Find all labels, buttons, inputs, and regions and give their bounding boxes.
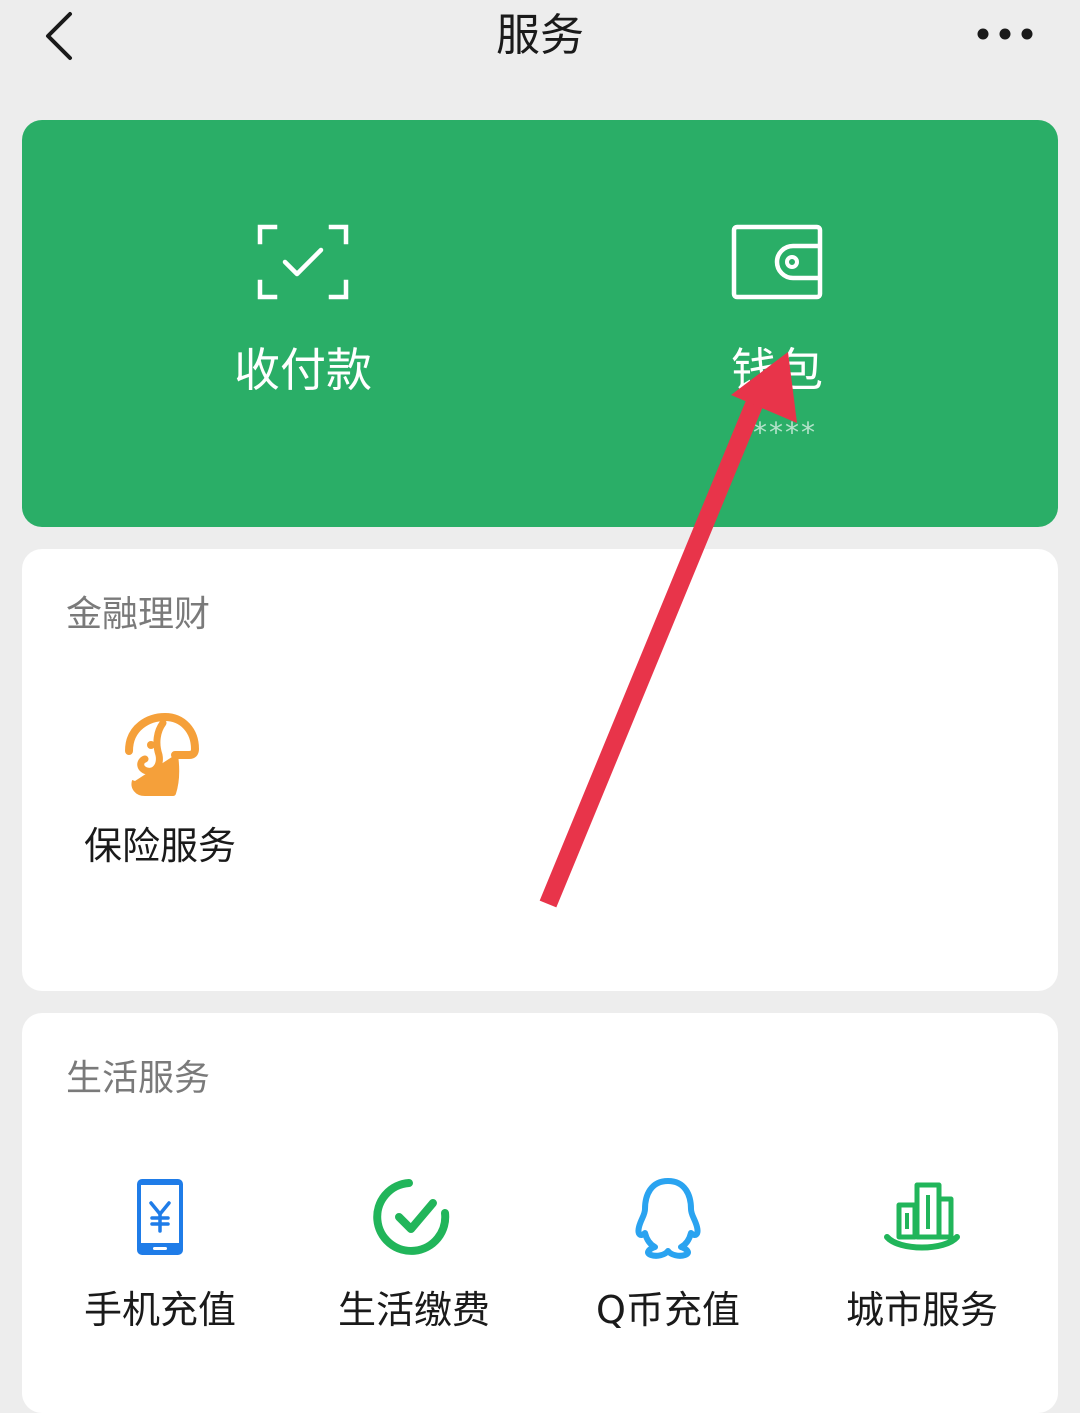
wallet-icon (731, 224, 823, 300)
check-circle-icon (373, 1179, 450, 1255)
phone-recharge-button[interactable]: 手机充值 (40, 1173, 280, 1393)
life-services-section: 生活服务 手机充值 生活缴费 Q币充值 城市服务 (22, 1013, 1058, 1413)
back-button[interactable] (34, 8, 84, 64)
city-service-label: 城市服务 (845, 1288, 998, 1332)
city-buildings-icon (884, 1182, 960, 1251)
insurance-service-label: 保险服务 (83, 824, 236, 868)
finance-section: 金融理财 保险服务 (22, 549, 1058, 991)
insurance-service-button[interactable]: 保险服务 (40, 709, 280, 929)
qcoin-recharge-label: Q币充值 (596, 1288, 740, 1332)
insurance-umbrella-icon (125, 712, 200, 796)
utility-payment-button[interactable]: 生活缴费 (294, 1173, 534, 1393)
wallet-balance-masked: ***** (737, 416, 817, 449)
top-bar: 服务 (0, 0, 1080, 80)
more-button[interactable] (970, 12, 1040, 56)
wallet-button[interactable]: 钱包 ***** (518, 120, 1036, 527)
section-title-life: 生活服务 (66, 1058, 211, 1099)
phone-recharge-label: 手机充值 (83, 1288, 236, 1332)
pay-receive-button[interactable]: 收付款 (44, 120, 562, 527)
wallet-label: 钱包 (731, 343, 823, 397)
chevron-left-icon (46, 12, 72, 60)
phone-yuan-icon (137, 1179, 183, 1255)
city-service-button[interactable]: 城市服务 (802, 1173, 1042, 1393)
qcoin-recharge-button[interactable]: Q币充值 (548, 1173, 788, 1393)
qq-penguin-icon (635, 1178, 701, 1259)
more-horizontal-icon (977, 28, 1033, 40)
utility-payment-label: 生活缴费 (337, 1288, 490, 1332)
primary-services-card: 收付款 钱包 ***** (22, 120, 1058, 527)
section-title-finance: 金融理财 (66, 594, 211, 635)
page-title: 服务 (496, 10, 584, 61)
pay-receive-label: 收付款 (234, 343, 372, 397)
scan-check-icon (257, 224, 349, 300)
